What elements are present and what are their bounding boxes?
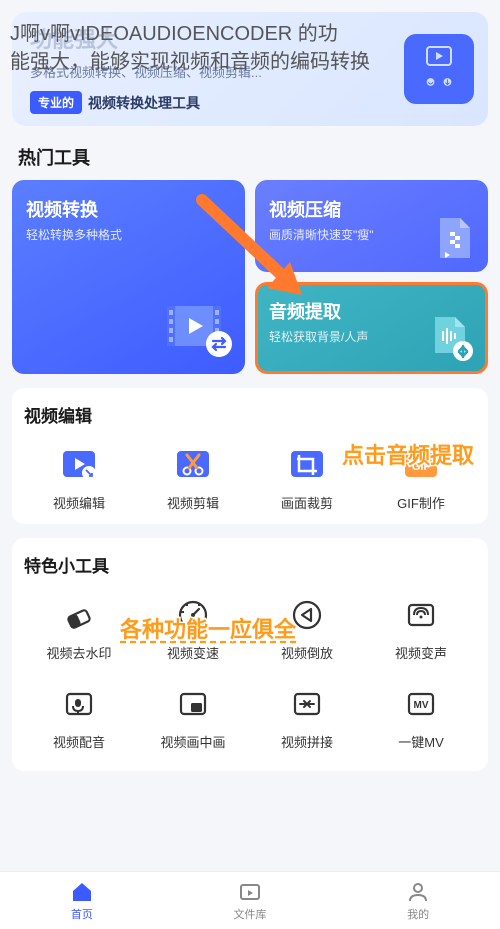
svg-text:GIF: GIF xyxy=(412,461,431,473)
home-icon xyxy=(70,880,94,904)
video-edit-panel: 视频编辑 视频编辑 视频剪辑 画面裁剪 GIF GIF制作 xyxy=(12,388,488,524)
tool-voice-change[interactable]: 视频变声 xyxy=(366,589,476,668)
tool-label: 视频编辑 xyxy=(53,493,105,512)
tool-label: 视频画中画 xyxy=(160,732,225,751)
files-icon xyxy=(238,880,262,904)
card-video-convert[interactable]: 视频转换 轻松转换多种格式 xyxy=(12,180,245,374)
tool-label: GIF制作 xyxy=(397,493,445,512)
nav-home[interactable]: 首页 xyxy=(70,880,94,922)
tool-label: 视频变速 xyxy=(167,643,219,662)
tool-crop[interactable]: 画面裁剪 xyxy=(252,439,362,518)
tool-label: 视频去水印 xyxy=(46,643,111,662)
tool-label: 视频变声 xyxy=(395,643,447,662)
hot-tools-title: 热门工具 xyxy=(18,144,482,170)
tool-video-clip[interactable]: 视频剪辑 xyxy=(138,439,248,518)
mv-icon: MV xyxy=(401,684,441,724)
profile-icon xyxy=(406,880,430,904)
tool-video-edit[interactable]: 视频编辑 xyxy=(24,439,134,518)
special-tools-panel: 特色小工具 视频去水印 视频变速 视频倒放 视频变声 视频配音 视频画中画 视频… xyxy=(12,538,488,771)
hot-tools-grid: 视频转换 轻松转换多种格式 视频压缩 画质清晰快速变"瘦" 音频提取 轻松获取背… xyxy=(12,180,488,374)
hero-faded-title: 功能强大 xyxy=(30,22,118,54)
tool-pip[interactable]: 视频画中画 xyxy=(138,678,248,757)
card-video-compress[interactable]: 视频压缩 画质清晰快速变"瘦" xyxy=(255,180,488,272)
tool-label: 视频剪辑 xyxy=(167,493,219,512)
special-tools-title: 特色小工具 xyxy=(24,552,476,577)
hero-banner[interactable]: 功能强大 多格式视频转换、视频压缩、视频剪辑... 专业的 视频转换处理工具 xyxy=(12,12,488,126)
bottom-nav: 首页 文件库 我的 xyxy=(0,871,500,929)
tool-label: 一键MV xyxy=(398,732,444,751)
compress-file-icon xyxy=(430,214,478,262)
card-title: 视频转换 xyxy=(26,196,231,222)
gif-icon: GIF xyxy=(401,445,441,485)
eraser-icon xyxy=(59,595,99,635)
card-sub: 轻松转换多种格式 xyxy=(26,226,231,243)
crop-icon xyxy=(287,445,327,485)
scissors-icon xyxy=(173,445,213,485)
nav-mine[interactable]: 我的 xyxy=(406,880,430,922)
tool-speed[interactable]: 视频变速 xyxy=(138,589,248,668)
speed-icon xyxy=(173,595,213,635)
tool-gif[interactable]: GIF GIF制作 xyxy=(366,439,476,518)
tool-label: 视频倒放 xyxy=(281,643,333,662)
tool-label: 视频配音 xyxy=(53,732,105,751)
nav-label: 我的 xyxy=(407,906,429,922)
voice-icon xyxy=(401,595,441,635)
merge-icon xyxy=(287,684,327,724)
film-swap-icon xyxy=(161,300,233,358)
card-audio-extract[interactable]: 音频提取 轻松获取背景/人声 xyxy=(255,282,488,374)
hero-convert-icon xyxy=(404,34,474,104)
edit-video-icon xyxy=(59,445,99,485)
audio-file-icon xyxy=(427,313,475,361)
tool-reverse[interactable]: 视频倒放 xyxy=(252,589,362,668)
nav-label: 首页 xyxy=(71,906,93,922)
video-edit-title: 视频编辑 xyxy=(24,402,476,427)
tool-label: 视频拼接 xyxy=(281,732,333,751)
reverse-icon xyxy=(287,595,327,635)
tool-dub[interactable]: 视频配音 xyxy=(24,678,134,757)
pip-icon xyxy=(173,684,213,724)
nav-label: 文件库 xyxy=(233,906,266,922)
video-edit-grid: 视频编辑 视频剪辑 画面裁剪 GIF GIF制作 xyxy=(24,439,476,518)
nav-files[interactable]: 文件库 xyxy=(233,880,266,922)
arrows-icon xyxy=(426,72,452,92)
tool-merge[interactable]: 视频拼接 xyxy=(252,678,362,757)
hero-badge: 专业的 xyxy=(30,91,82,114)
hero-badge-text: 视频转换处理工具 xyxy=(88,93,200,113)
tool-remove-watermark[interactable]: 视频去水印 xyxy=(24,589,134,668)
special-tools-grid: 视频去水印 视频变速 视频倒放 视频变声 视频配音 视频画中画 视频拼接 MV xyxy=(24,589,476,757)
tool-label: 画面裁剪 xyxy=(281,493,333,512)
svg-text:MV: MV xyxy=(414,700,429,711)
tool-mv[interactable]: MV 一键MV xyxy=(366,678,476,757)
dub-icon xyxy=(59,684,99,724)
